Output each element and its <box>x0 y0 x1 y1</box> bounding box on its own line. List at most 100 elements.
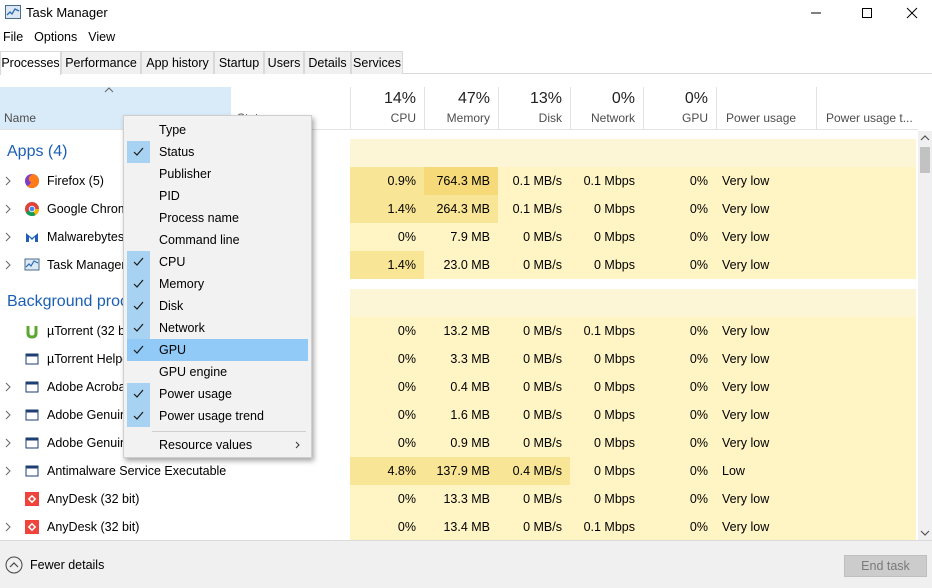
power-usage-label: Power usage <box>726 111 797 125</box>
checkmark-icon <box>127 251 150 273</box>
column-power-usage-trend[interactable]: Power usage t... <box>816 87 918 129</box>
power-usage-value: Very low <box>716 317 816 345</box>
menu-item-pid[interactable]: PID <box>127 185 308 207</box>
menu-item-memory[interactable]: Memory <box>127 273 308 295</box>
chevron-right-icon[interactable] <box>5 382 11 392</box>
menu-item-type[interactable]: Type <box>127 119 308 141</box>
menu-item-resource-values[interactable]: Resource values <box>127 434 308 456</box>
table-row[interactable]: AnyDesk (32 bit) 0% 13.4 MB 0 MB/s 0.1 M… <box>0 513 918 541</box>
power-usage-value: Very low <box>716 345 816 373</box>
network-value: 0 Mbps <box>570 345 643 373</box>
menu-item-cpu[interactable]: CPU <box>127 251 308 273</box>
network-value: 0 Mbps <box>570 251 643 279</box>
memory-value: 13.2 MB <box>424 317 498 345</box>
tab-services[interactable]: Services <box>351 51 403 74</box>
memory-value: 7.9 MB <box>424 223 498 251</box>
menu-item-publisher[interactable]: Publisher <box>127 163 308 185</box>
vertical-scrollbar[interactable] <box>918 131 932 540</box>
disk-value: 0.1 MB/s <box>498 195 570 223</box>
memory-value: 0.4 MB <box>424 373 498 401</box>
column-memory[interactable]: 47% Memory <box>424 87 498 129</box>
end-task-button[interactable]: End task <box>844 555 927 577</box>
menu-item-command-line[interactable]: Command line <box>127 229 308 251</box>
menu-file[interactable]: File <box>0 28 27 48</box>
power-trend-value <box>816 345 916 373</box>
power-trend-value <box>816 251 916 279</box>
disk-label: Disk <box>538 111 562 125</box>
chevron-up-circle-icon[interactable] <box>5 556 23 574</box>
menu-item-power-usage[interactable]: Power usage <box>127 383 308 405</box>
column-gpu[interactable]: 0% GPU <box>643 87 716 129</box>
gpu-value: 0% <box>643 429 716 457</box>
table-row[interactable]: AnyDesk (32 bit) 0% 13.3 MB 0 MB/s 0 Mbp… <box>0 485 918 513</box>
chevron-right-icon[interactable] <box>5 204 11 214</box>
tab-startup[interactable]: Startup <box>214 51 264 74</box>
tab-performance[interactable]: Performance <box>61 51 141 74</box>
menu-item-gpu[interactable]: GPU <box>127 339 308 361</box>
menu-item-gpu-engine[interactable]: GPU engine <box>127 361 308 383</box>
network-value: 0 Mbps <box>570 401 643 429</box>
scroll-down-arrow-icon[interactable] <box>918 528 932 538</box>
tab-details[interactable]: Details <box>304 51 351 74</box>
minimize-button[interactable] <box>793 0 839 26</box>
tab-app-history[interactable]: App history <box>141 51 214 74</box>
close-button[interactable] <box>889 0 932 26</box>
gpu-value: 0% <box>643 485 716 513</box>
power-trend-value <box>816 485 916 513</box>
power-usage-value: Very low <box>716 401 816 429</box>
memory-value: 3.3 MB <box>424 345 498 373</box>
menu-item-disk[interactable]: Disk <box>127 295 308 317</box>
power-trend-value <box>816 513 916 541</box>
power-usage-value: Low <box>716 457 816 485</box>
checkmark-icon <box>127 295 150 317</box>
chevron-right-icon[interactable] <box>5 410 11 420</box>
power-trend-value <box>816 401 916 429</box>
gpu-value: 0% <box>643 513 716 541</box>
menu-item-network[interactable]: Network <box>127 317 308 339</box>
column-cpu[interactable]: 14% CPU <box>350 87 424 129</box>
process-name: AnyDesk (32 bit) <box>47 520 140 534</box>
chevron-right-icon[interactable] <box>5 522 11 532</box>
menu-item-status[interactable]: Status <box>127 141 308 163</box>
menu-item-power-usage-trend[interactable]: Power usage trend <box>127 405 308 427</box>
cpu-value: 0% <box>350 223 424 251</box>
chevron-right-icon[interactable] <box>5 438 11 448</box>
process-name: µTorrent Helpe <box>47 352 130 366</box>
power-usage-value: Very low <box>716 223 816 251</box>
column-power-usage[interactable]: Power usage <box>716 87 816 129</box>
chevron-right-icon[interactable] <box>5 176 11 186</box>
column-disk[interactable]: 13% Disk <box>498 87 570 129</box>
tab-users[interactable]: Users <box>264 51 304 74</box>
cpu-value: 0% <box>350 345 424 373</box>
window-icon <box>25 353 39 365</box>
gpu-value: 0% <box>643 223 716 251</box>
menu-view[interactable]: View <box>85 28 119 48</box>
chevron-right-icon[interactable] <box>5 260 11 270</box>
memory-value: 0.9 MB <box>424 429 498 457</box>
maximize-button[interactable] <box>844 0 890 26</box>
scroll-up-arrow-icon[interactable] <box>918 133 932 143</box>
column-network[interactable]: 0% Network <box>570 87 643 129</box>
disk-value: 0 MB/s <box>498 513 570 541</box>
table-row[interactable]: Antimalware Service Executable 4.8% 137.… <box>0 457 918 485</box>
disk-value: 0 MB/s <box>498 485 570 513</box>
memory-value: 23.0 MB <box>424 251 498 279</box>
process-name: Task Manager <box>47 258 126 272</box>
chevron-right-icon[interactable] <box>5 232 11 242</box>
cpu-value: 0% <box>350 401 424 429</box>
network-value: 0.1 Mbps <box>570 317 643 345</box>
chevron-right-icon[interactable] <box>5 466 11 476</box>
menu-bar: File Options View <box>0 28 123 48</box>
menu-item-process-name[interactable]: Process name <box>127 207 308 229</box>
power-usage-value: Very low <box>716 195 816 223</box>
network-value: 0 Mbps <box>570 373 643 401</box>
scroll-thumb[interactable] <box>920 147 930 173</box>
cpu-value: 0% <box>350 429 424 457</box>
menu-options[interactable]: Options <box>31 28 81 48</box>
window-icon <box>25 465 39 477</box>
tab-processes[interactable]: Processes <box>0 51 61 75</box>
memory-value: 13.4 MB <box>424 513 498 541</box>
power-trend-value <box>816 167 916 195</box>
fewer-details-link[interactable]: Fewer details <box>30 558 104 572</box>
checkmark-icon <box>127 405 150 427</box>
